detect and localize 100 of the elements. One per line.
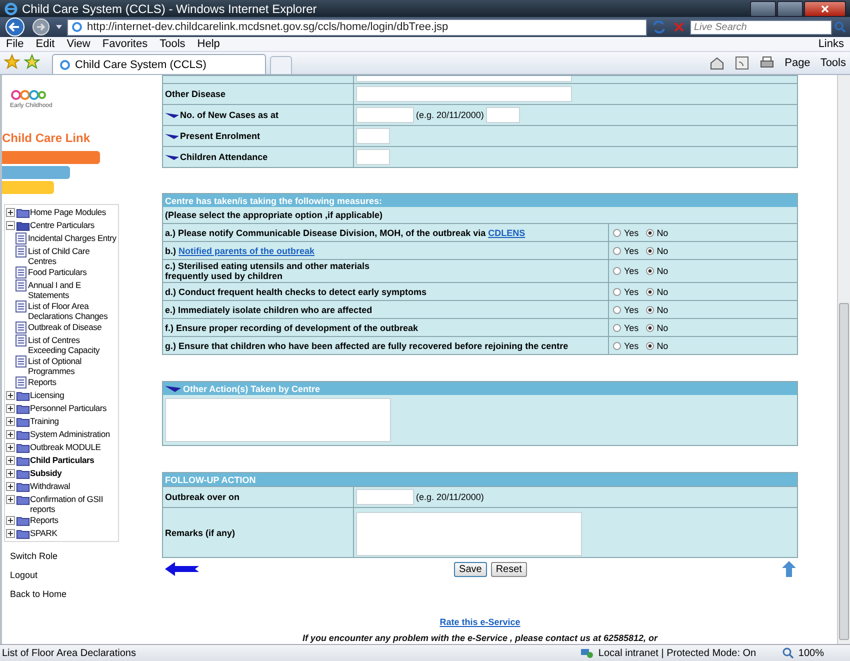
tree-item[interactable]: Incidental Charges Entry (28, 232, 116, 243)
expand-icon[interactable] (6, 529, 15, 538)
tree-item[interactable]: List of Centres Exceeding Capacity (28, 334, 118, 355)
zoom-level[interactable]: 100% (798, 648, 824, 658)
link[interactable]: CDLENS (488, 228, 526, 238)
radio-button[interactable] (646, 306, 654, 314)
menu-item[interactable]: File (6, 38, 24, 50)
browser-tab[interactable]: Child Care System (CCLS) (52, 54, 266, 74)
expand-icon[interactable] (6, 430, 15, 439)
expand-icon[interactable] (6, 495, 15, 504)
radio-button[interactable] (646, 342, 654, 350)
form-button[interactable]: Reset (490, 562, 527, 576)
collapse-icon[interactable] (6, 221, 15, 230)
rate-service-link[interactable]: Rate this e-Service (440, 617, 520, 627)
search-field[interactable]: Live Search (690, 20, 832, 34)
radio-button[interactable] (646, 228, 654, 236)
tree-item[interactable]: Personnel Particulars (30, 402, 107, 413)
tree-item[interactable]: Centre Particulars (30, 219, 94, 230)
tree-item[interactable]: Subsidy (30, 467, 62, 478)
sidebar-link[interactable]: Logout (10, 570, 160, 580)
feeds-icon[interactable] (734, 56, 749, 70)
radio-button[interactable] (613, 288, 621, 296)
expand-icon[interactable] (6, 404, 15, 413)
folder-icon (16, 494, 30, 506)
radio-button[interactable] (613, 246, 621, 254)
tree-item[interactable]: Confirmation of GSII reports (30, 493, 118, 514)
tree-item[interactable]: System Administration (30, 428, 110, 439)
dropdown-caret-icon[interactable] (54, 23, 64, 31)
print-icon[interactable] (758, 56, 775, 70)
date-format-hint: (e.g. 20/11/2000) (416, 110, 484, 120)
expand-icon[interactable] (6, 456, 15, 465)
home-icon[interactable] (708, 56, 725, 70)
back-arrow-icon[interactable] (165, 562, 199, 576)
input-field[interactable] (356, 489, 414, 505)
radio-button[interactable] (613, 267, 621, 275)
page-menu-button[interactable]: Page (784, 57, 810, 69)
tree-item[interactable]: Reports (28, 376, 56, 387)
menu-item[interactable]: Tools (160, 38, 186, 50)
input-field[interactable] (356, 128, 390, 144)
expand-icon[interactable] (6, 469, 15, 478)
expand-icon[interactable] (6, 443, 15, 452)
menu-item[interactable]: Favorites (102, 38, 148, 50)
expand-icon[interactable] (6, 482, 15, 491)
form-button[interactable]: Save (454, 562, 487, 576)
tree-item[interactable]: Home Page Modules (30, 206, 106, 217)
radio-button[interactable] (613, 228, 621, 236)
expand-icon[interactable] (6, 208, 15, 217)
sidebar-link[interactable]: Switch Role (10, 551, 160, 561)
links-toolbar-label[interactable]: Links (818, 38, 844, 50)
menu-item[interactable]: Edit (36, 38, 55, 50)
input-field[interactable] (356, 86, 572, 102)
input-field[interactable] (356, 149, 390, 165)
contact-text: If you encounter any problem with the e-Service , please contact us at 62585812, or (301, 633, 659, 643)
tree-item[interactable]: List of Floor Area Declarations Changes (28, 300, 118, 321)
tree-item[interactable]: Withdrawal (30, 480, 70, 491)
tree-item[interactable]: List of Child Care Centres (28, 245, 118, 266)
sidebar-link[interactable]: Back to Home (10, 589, 160, 599)
tree-item[interactable]: Child Particulars (30, 454, 94, 465)
radio-label: No (656, 322, 668, 332)
tree-item[interactable]: Reports (30, 514, 58, 525)
menu-item[interactable]: Help (197, 38, 220, 50)
minimize-button[interactable] (750, 0, 776, 16)
window-title: Child Care System (CCLS) - Windows Internet Explorer (22, 2, 318, 16)
pointer-arrow-icon (165, 384, 181, 392)
radio-button[interactable] (646, 288, 654, 296)
input-field[interactable] (356, 107, 414, 123)
address-field[interactable]: http://internet-dev.childcarelink.mcdsnet.gov.sg/ccls/home/login/dbTree.jsp (67, 18, 647, 36)
tree-item[interactable]: Outbreak MODULE (30, 441, 101, 452)
maximize-button[interactable] (777, 0, 803, 16)
tools-menu-button[interactable]: Tools (820, 57, 846, 69)
expand-icon[interactable] (6, 391, 15, 400)
expand-icon[interactable] (6, 516, 15, 525)
radio-button[interactable] (646, 246, 654, 254)
forward-button[interactable] (31, 17, 51, 37)
tree-item[interactable]: Food Particulars (28, 266, 87, 277)
tree-item[interactable]: List of Optional Programmes (28, 355, 118, 376)
expand-icon[interactable] (6, 417, 15, 426)
add-favorite-icon[interactable] (24, 54, 40, 70)
radio-button[interactable] (613, 342, 621, 350)
up-arrow-icon[interactable] (782, 561, 796, 577)
favorites-star-icon[interactable] (4, 54, 20, 70)
folder-icon (16, 442, 30, 454)
scrollbar-thumb[interactable] (839, 303, 849, 640)
scrollbar[interactable] (837, 75, 850, 644)
link[interactable]: Notified parents of the outbreak (178, 246, 315, 256)
field-label: No. of New Cases as at (180, 110, 279, 120)
tree-item[interactable]: SPARK (30, 527, 58, 538)
radio-button[interactable] (613, 306, 621, 314)
radio-button[interactable] (613, 324, 621, 332)
tree-item[interactable]: Outbreak of Disease (28, 321, 102, 332)
radio-button[interactable] (646, 267, 654, 275)
tree-item[interactable]: Training (30, 415, 59, 426)
radio-label: Yes (624, 304, 639, 314)
tree-item[interactable]: Licensing (30, 389, 64, 400)
menu-item[interactable]: View (66, 38, 90, 50)
tree-item[interactable]: Annual I and E Statements (28, 279, 118, 300)
zoom-icon[interactable] (782, 647, 794, 659)
close-button[interactable] (804, 0, 846, 16)
radio-button[interactable] (646, 324, 654, 332)
input-field[interactable] (486, 107, 520, 123)
